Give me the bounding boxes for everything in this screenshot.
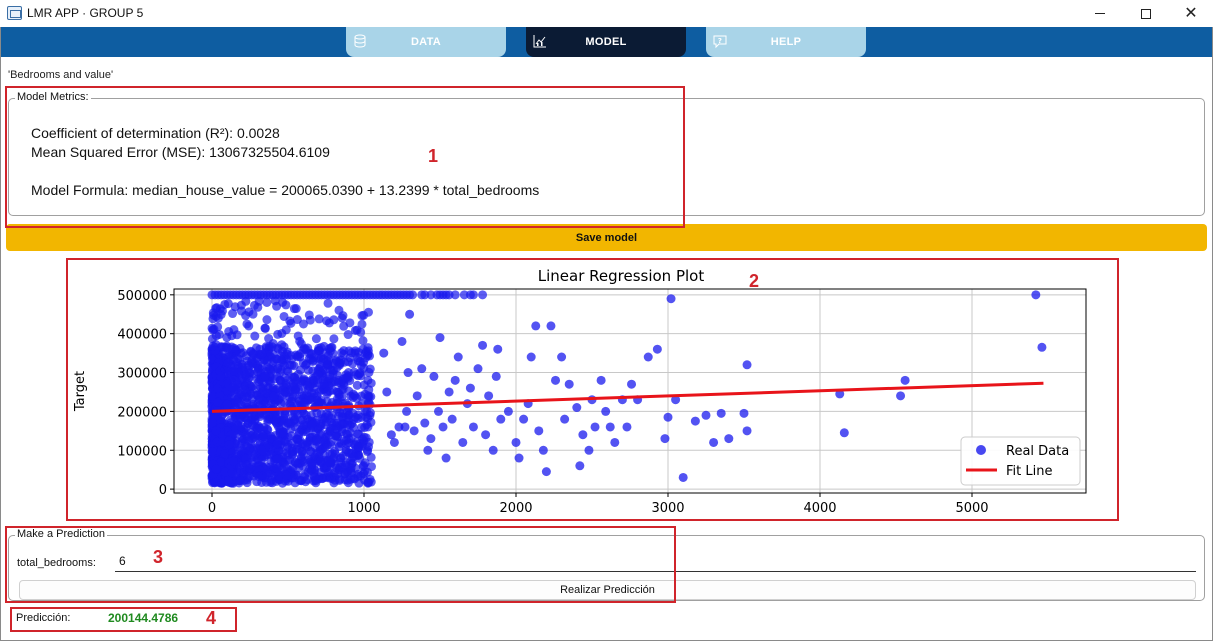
tab-data-label: DATA [410,36,442,48]
minimize-button[interactable] [1077,0,1123,27]
tab-data[interactable]: DATA [346,27,506,57]
svg-text:?: ? [718,37,722,45]
help-icon: ? [713,35,727,49]
annotation-number-3: 3 [153,547,164,567]
app-icon [7,6,22,20]
tab-help-label: HELP [770,36,802,48]
save-model-button[interactable]: Save model [6,224,1207,251]
annotation-box-1 [5,86,685,228]
maximize-icon [1141,8,1151,19]
annotation-box-2 [66,258,1119,521]
annotation-number-4: 4 [206,608,217,628]
title-bar: LMR APP · GROUP 5 ✕ [0,0,1213,27]
tab-model-label: MODEL [585,36,627,48]
window-title: LMR APP · GROUP 5 [27,6,144,20]
annotation-box-3 [5,526,676,603]
tab-model[interactable]: MODEL [526,27,686,57]
maximize-button[interactable] [1123,0,1169,27]
nav-bar: DATA MODEL ? HELP [1,27,1212,57]
annotation-number-2: 2 [749,271,760,291]
close-icon: ✕ [1184,4,1198,22]
database-icon [354,34,366,48]
annotation-box-4 [10,607,237,632]
dataset-label: 'Bedrooms and value' [8,69,114,81]
tab-help[interactable]: ? HELP [706,27,866,57]
close-button[interactable]: ✕ [1168,0,1213,27]
chart-icon [533,35,546,48]
minimize-icon [1095,13,1105,14]
annotation-number-1: 1 [428,146,439,166]
